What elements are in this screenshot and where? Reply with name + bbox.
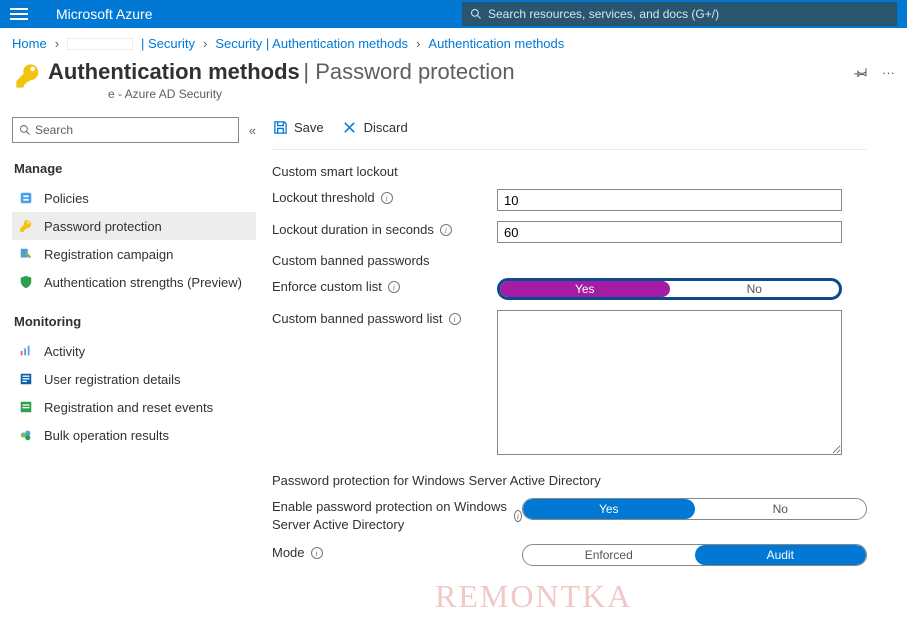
section-banned-heading: Custom banned passwords	[272, 253, 867, 268]
toolbar: Save Discard	[272, 117, 867, 150]
page-header: Authentication methods | Password protec…	[0, 59, 907, 107]
content-pane: Save Discard Custom smart lockout Lockou…	[262, 107, 907, 586]
lockout-threshold-input[interactable]	[497, 189, 842, 211]
brand-label: Microsoft Azure	[56, 6, 152, 22]
enforce-custom-list-label: Enforce custom list i	[272, 278, 497, 296]
search-icon	[19, 124, 31, 136]
discard-button[interactable]: Discard	[342, 119, 408, 135]
page-subtitle-tenant: e - Azure AD Security	[48, 87, 850, 101]
section-ad-heading: Password protection for Windows Server A…	[272, 473, 867, 488]
pin-icon[interactable]	[854, 65, 868, 82]
section-lockout-heading: Custom smart lockout	[272, 164, 867, 179]
toggle-option-no[interactable]: No	[695, 499, 867, 519]
info-icon[interactable]: i	[381, 192, 393, 204]
lockout-duration-label: Lockout duration in seconds i	[272, 221, 497, 239]
info-icon[interactable]: i	[514, 510, 522, 522]
key-icon	[12, 59, 44, 93]
discard-icon	[342, 119, 358, 135]
sidebar: Search « Manage Policies Password protec…	[0, 107, 262, 586]
policies-icon	[18, 190, 34, 206]
search-icon	[470, 8, 482, 20]
lockout-duration-input[interactable]	[497, 221, 842, 243]
banned-password-list-textarea[interactable]	[497, 310, 842, 455]
more-icon[interactable]: ···	[882, 65, 895, 82]
toggle-option-yes[interactable]: Yes	[523, 499, 695, 519]
enable-ad-protection-toggle[interactable]: Yes No	[522, 498, 867, 520]
page-title: Authentication methods	[48, 59, 300, 84]
toggle-option-no[interactable]: No	[670, 281, 840, 297]
events-icon	[18, 399, 34, 415]
menu-icon[interactable]	[10, 8, 28, 20]
breadcrumb-tenant[interactable]	[67, 38, 133, 50]
enable-ad-protection-label: Enable password protection on Windows Se…	[272, 498, 522, 534]
collapse-icon[interactable]: «	[249, 123, 256, 138]
info-icon[interactable]: i	[388, 281, 400, 293]
mode-toggle[interactable]: Enforced Audit	[522, 544, 867, 566]
save-button[interactable]: Save	[272, 119, 324, 135]
page-subtitle: | Password protection	[303, 59, 514, 84]
sidebar-item-bulk-operation-results[interactable]: Bulk operation results	[12, 421, 256, 449]
breadcrumb: Home › | Security › Security | Authentic…	[0, 28, 907, 59]
chevron-right-icon: ›	[203, 36, 207, 51]
sidebar-item-user-registration-details[interactable]: User registration details	[12, 365, 256, 393]
sidebar-search-input[interactable]: Search	[12, 117, 239, 143]
breadcrumb-auth-methods-blade[interactable]: Security | Authentication methods	[215, 36, 408, 51]
sidebar-item-activity[interactable]: Activity	[12, 337, 256, 365]
activity-icon	[18, 343, 34, 359]
breadcrumb-home[interactable]: Home	[12, 36, 47, 51]
mode-label: Mode i	[272, 544, 522, 562]
global-search-placeholder: Search resources, services, and docs (G+…	[488, 7, 719, 21]
details-icon	[18, 371, 34, 387]
toggle-option-yes[interactable]: Yes	[500, 281, 670, 297]
sidebar-item-registration-reset-events[interactable]: Registration and reset events	[12, 393, 256, 421]
breadcrumb-auth-methods[interactable]: Authentication methods	[428, 36, 564, 51]
shield-icon	[18, 274, 34, 290]
sidebar-item-auth-strengths[interactable]: Authentication strengths (Preview)	[12, 268, 256, 296]
breadcrumb-security[interactable]: | Security	[141, 36, 195, 51]
info-icon[interactable]: i	[449, 313, 461, 325]
registration-icon	[18, 246, 34, 262]
sidebar-item-password-protection[interactable]: Password protection	[12, 212, 256, 240]
chevron-right-icon: ›	[416, 36, 420, 51]
info-icon[interactable]: i	[440, 224, 452, 236]
banned-password-list-label: Custom banned password list i	[272, 310, 497, 328]
bulk-icon	[18, 427, 34, 443]
global-header: Microsoft Azure Search resources, servic…	[0, 0, 907, 28]
toggle-option-enforced[interactable]: Enforced	[523, 545, 695, 565]
sidebar-item-policies[interactable]: Policies	[12, 184, 256, 212]
save-icon	[272, 119, 288, 135]
sidebar-section-monitoring: Monitoring	[14, 314, 256, 329]
chevron-right-icon: ›	[55, 36, 59, 51]
sidebar-item-registration-campaign[interactable]: Registration campaign	[12, 240, 256, 268]
enforce-custom-list-toggle[interactable]: Yes No	[497, 278, 842, 300]
toggle-option-audit[interactable]: Audit	[695, 545, 867, 565]
sidebar-section-manage: Manage	[14, 161, 256, 176]
global-search-input[interactable]: Search resources, services, and docs (G+…	[462, 2, 897, 26]
lockout-threshold-label: Lockout threshold i	[272, 189, 497, 207]
info-icon[interactable]: i	[311, 547, 323, 559]
key-icon	[18, 218, 34, 234]
